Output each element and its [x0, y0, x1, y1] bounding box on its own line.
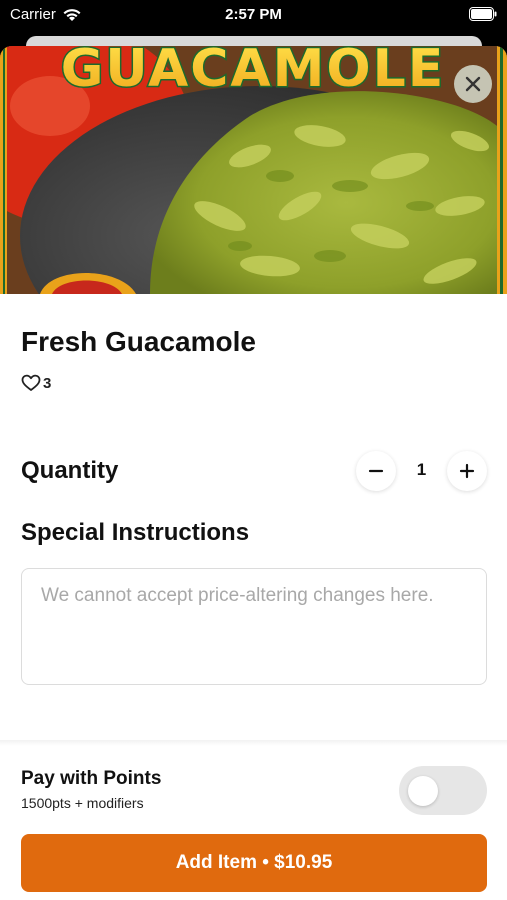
quantity-label: Quantity: [21, 457, 119, 484]
close-icon: [465, 76, 481, 92]
pay-with-points-toggle[interactable]: [399, 766, 487, 815]
battery-icon: [469, 7, 497, 25]
quantity-stepper: 1: [356, 451, 487, 491]
special-instructions-input[interactable]: [21, 568, 487, 685]
bottom-panel-divider: [0, 740, 507, 746]
toggle-knob: [408, 776, 438, 806]
close-button[interactable]: [454, 65, 492, 103]
pay-with-points-label: Pay with Points: [21, 768, 162, 789]
points-cost-label: 1500pts + modifiers: [21, 795, 144, 811]
minus-icon: [368, 469, 384, 473]
plus-icon: [459, 463, 475, 479]
special-instructions-label: Special Instructions: [21, 519, 250, 546]
hero-logo-text: GUACAMOLE: [61, 46, 446, 96]
item-hero-image: GUACAMOLE: [0, 46, 507, 294]
add-item-button[interactable]: Add Item • $10.95: [21, 834, 487, 892]
likes-button[interactable]: 3: [21, 374, 51, 392]
heart-icon: [21, 374, 41, 391]
likes-count: 3: [43, 374, 52, 392]
quantity-value: 1: [416, 460, 427, 479]
increase-quantity-button[interactable]: [447, 451, 487, 491]
item-title: Fresh Guacamole: [21, 326, 256, 357]
item-detail-sheet: GUACAMOLE Fresh Guacamole 3 Quantity 1 S: [0, 46, 507, 900]
status-bar: Carrier 2:57 PM: [0, 0, 507, 30]
status-time: 2:57 PM: [225, 6, 282, 23]
decrease-quantity-button[interactable]: [356, 451, 396, 491]
